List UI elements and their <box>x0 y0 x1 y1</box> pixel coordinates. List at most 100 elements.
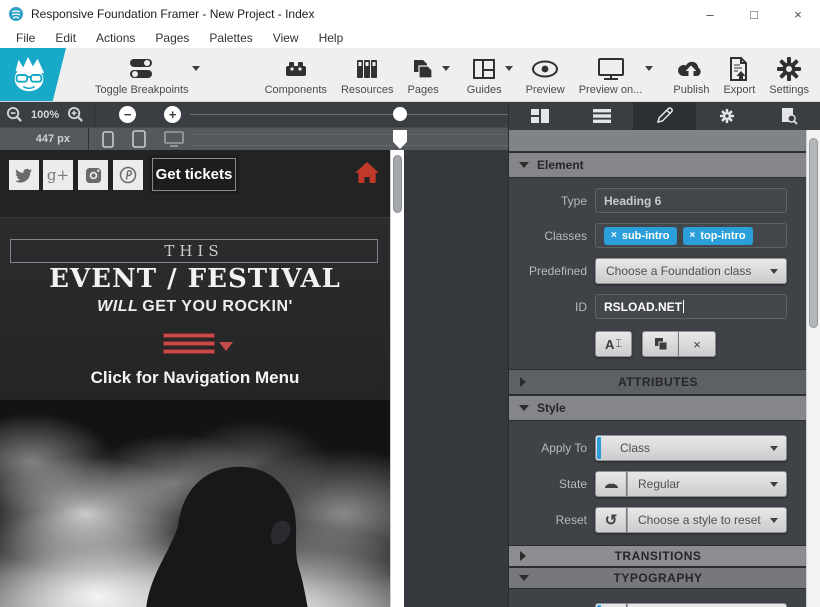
get-tickets-button[interactable]: Get tickets <box>152 158 236 191</box>
chevron-down-icon[interactable] <box>505 66 513 71</box>
canvas-scrollbar[interactable] <box>390 150 404 607</box>
toolbar: Toggle Breakpoints Components Resources … <box>0 48 820 102</box>
font-dropdown[interactable]: Nixie One <box>627 603 787 607</box>
menu-pages[interactable]: Pages <box>145 31 199 45</box>
menubar: File Edit Actions Pages Palettes View He… <box>0 28 820 48</box>
hipster-logo-icon <box>8 54 50 96</box>
predefined-dropdown[interactable]: Choose a Foundation class <box>595 258 787 284</box>
section-attributes[interactable]: ATTRIBUTES <box>509 369 807 395</box>
ruler-line <box>190 145 508 146</box>
hero-kicker: THIS <box>164 242 223 260</box>
preview-on-button[interactable]: Preview on... <box>572 48 650 101</box>
toggle-breakpoints-button[interactable]: Toggle Breakpoints <box>88 48 196 101</box>
titlebar: Responsive Foundation Framer - New Proje… <box>0 0 820 28</box>
person-silhouette <box>128 444 343 607</box>
device-bar: 447 px <box>0 127 508 150</box>
class-chip[interactable]: ×top-intro <box>683 227 753 245</box>
hamburger-icon <box>163 341 215 346</box>
chevron-down-icon[interactable] <box>442 66 450 71</box>
preview-button[interactable]: Preview <box>519 48 572 101</box>
menu-help[interactable]: Help <box>309 31 354 45</box>
delete-element-button[interactable]: × <box>679 331 716 357</box>
chevron-down-icon[interactable] <box>192 66 200 71</box>
google-plus-button[interactable]: g+ <box>43 160 73 190</box>
classes-label: Classes <box>509 229 587 243</box>
layout-guides-icon <box>471 55 497 83</box>
state-dropdown[interactable]: Regular <box>627 471 787 497</box>
menu-palettes[interactable]: Palettes <box>199 31 262 45</box>
selected-element-outline[interactable]: THIS <box>10 239 378 263</box>
section-typography[interactable]: TYPOGRAPHY <box>509 567 807 589</box>
maximize-button[interactable]: □ <box>732 0 776 28</box>
hero-subtitle-italic: WILL <box>97 298 138 315</box>
lego-brick-icon <box>283 55 309 83</box>
classes-field[interactable]: ×sub-intro ×top-intro <box>595 223 787 248</box>
section-transitions[interactable]: TRANSITIONS <box>509 545 807 567</box>
section-style[interactable]: Style <box>509 395 807 421</box>
instagram-button[interactable] <box>78 160 108 190</box>
close-button[interactable]: × <box>776 0 820 28</box>
menu-file[interactable]: File <box>6 31 45 45</box>
apply-to-dropdown[interactable]: Class <box>595 435 787 461</box>
section-element[interactable]: Element <box>509 152 807 178</box>
remove-class-icon[interactable]: × <box>611 230 617 241</box>
panel-scrollbar-thumb[interactable] <box>809 138 818 328</box>
desktop-icon[interactable] <box>164 131 184 147</box>
components-button[interactable]: Components <box>258 48 334 101</box>
zoom-out-icon[interactable] <box>6 106 23 123</box>
duplicate-element-button[interactable] <box>642 331 679 357</box>
tablet-icon[interactable] <box>132 130 146 148</box>
panel-body: Element Type Heading 6 Classes ×sub-intr… <box>509 152 807 607</box>
type-field[interactable]: Heading 6 <box>595 188 787 213</box>
collapse-triangle-icon <box>519 162 529 168</box>
class-chip[interactable]: ×sub-intro <box>604 227 677 245</box>
tab-layout[interactable] <box>509 102 571 130</box>
chevron-down-icon[interactable] <box>645 66 653 71</box>
state-mode-button[interactable] <box>595 471 627 497</box>
layout-icon <box>530 108 550 124</box>
publish-button[interactable]: Publish <box>666 48 716 101</box>
breakpoint-remove-button[interactable]: − <box>119 106 136 123</box>
minimize-button[interactable]: – <box>688 0 732 28</box>
ruler-line <box>190 134 508 135</box>
tab-edit[interactable] <box>633 102 695 130</box>
tab-settings[interactable] <box>696 102 758 130</box>
breakpoint-marker[interactable] <box>393 130 407 149</box>
site-canvas[interactable]: g+ Get tickets THIS EVENT / FESTIVAL WIL… <box>0 150 390 607</box>
divider <box>88 128 89 150</box>
app-logo <box>0 48 66 101</box>
twitter-button[interactable] <box>9 160 39 190</box>
breakpoint-slider-knob[interactable] <box>393 107 407 121</box>
nav-menu-button[interactable] <box>163 333 233 359</box>
google-plus-icon: g+ <box>47 166 69 184</box>
breakpoint-add-button[interactable]: + <box>164 106 181 123</box>
tab-inspect[interactable] <box>758 102 820 130</box>
reset-dropdown[interactable]: Choose a style to reset <box>627 507 787 533</box>
rename-element-button[interactable]: A⌶ <box>595 331 632 357</box>
reset-style-button[interactable]: ↺ <box>595 507 627 533</box>
settings-button[interactable]: Settings <box>762 48 816 101</box>
gear-icon <box>718 107 736 125</box>
menu-edit[interactable]: Edit <box>45 31 86 45</box>
tab-structure[interactable] <box>571 102 633 130</box>
twitter-icon <box>15 168 33 183</box>
home-icon[interactable] <box>354 161 380 185</box>
menu-actions[interactable]: Actions <box>86 31 145 45</box>
caret-down-icon <box>770 269 778 274</box>
resources-button[interactable]: Resources <box>334 48 401 101</box>
export-button[interactable]: Export <box>716 48 762 101</box>
id-input[interactable]: RSLOAD.NET <box>595 294 787 319</box>
pages-button[interactable]: Pages <box>401 48 446 101</box>
predefined-label: Predefined <box>509 264 587 278</box>
menu-view[interactable]: View <box>263 31 309 45</box>
phone-icon[interactable] <box>102 131 114 148</box>
panel-scrollbar[interactable] <box>806 130 820 607</box>
font-style-button[interactable]: Aa <box>595 603 627 607</box>
breakpoint-track <box>190 114 508 115</box>
pinterest-button[interactable] <box>113 160 143 190</box>
zoom-in-icon[interactable] <box>67 106 84 123</box>
guides-button[interactable]: Guides <box>460 48 509 101</box>
remove-class-icon[interactable]: × <box>690 230 696 241</box>
eye-icon <box>530 55 560 83</box>
canvas-scrollbar-thumb[interactable] <box>393 155 402 213</box>
